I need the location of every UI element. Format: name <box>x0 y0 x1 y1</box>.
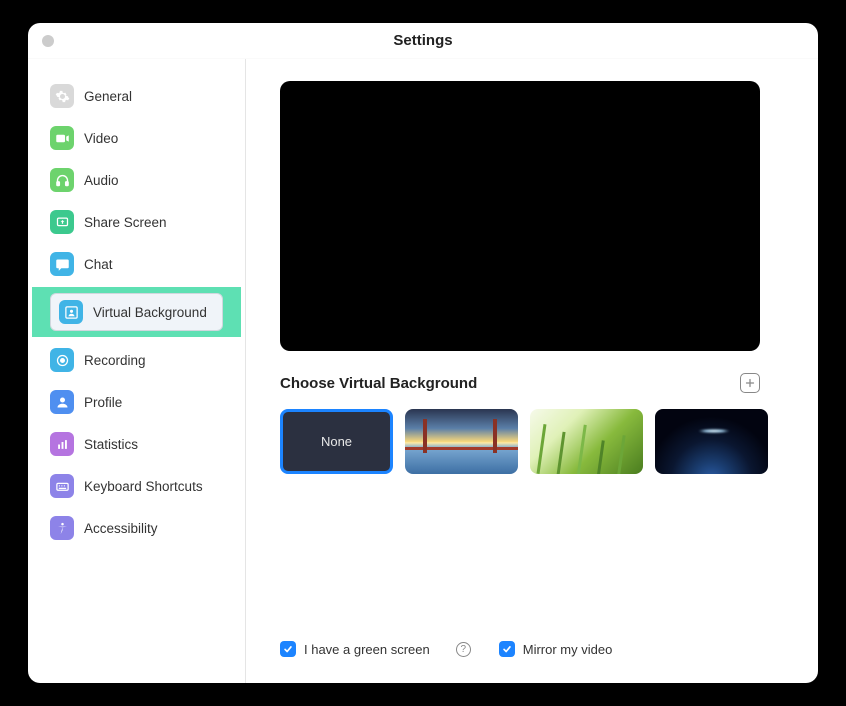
sidebar-item-label: Chat <box>84 257 113 272</box>
sidebar-item-virtual-background[interactable]: Virtual Background <box>32 287 241 337</box>
stats-icon <box>50 432 74 456</box>
sidebar-item-label: General <box>84 89 132 104</box>
sidebar-item-accessibility[interactable]: Accessibility <box>40 509 233 547</box>
sidebar: General Video Audio Share Screen <box>28 59 246 683</box>
sidebar-item-recording[interactable]: Recording <box>40 341 233 379</box>
sidebar-item-general[interactable]: General <box>40 77 233 115</box>
sidebar-item-label: Statistics <box>84 437 138 452</box>
content-panel: Choose Virtual Background None I <box>246 59 818 683</box>
sidebar-item-label: Recording <box>84 353 146 368</box>
person-frame-icon <box>59 300 83 324</box>
sidebar-item-label: Audio <box>84 173 119 188</box>
sidebar-item-statistics[interactable]: Statistics <box>40 425 233 463</box>
bg-thumb-none[interactable]: None <box>280 409 393 474</box>
bg-thumb-earth[interactable] <box>655 409 768 474</box>
gear-icon <box>50 84 74 108</box>
sidebar-item-label: Virtual Background <box>93 305 207 320</box>
sidebar-item-keyboard-shortcuts[interactable]: Keyboard Shortcuts <box>40 467 233 505</box>
mirror-video-checkbox[interactable]: Mirror my video <box>499 641 613 657</box>
help-icon[interactable]: ? <box>456 642 471 657</box>
add-background-button[interactable] <box>740 373 760 393</box>
section-title: Choose Virtual Background <box>280 375 477 392</box>
sidebar-item-video[interactable]: Video <box>40 119 233 157</box>
chat-icon <box>50 252 74 276</box>
thumb-label: None <box>321 434 352 449</box>
close-window-dot[interactable] <box>42 35 54 47</box>
keyboard-icon <box>50 474 74 498</box>
mirror-label: Mirror my video <box>523 642 613 657</box>
sidebar-item-label: Share Screen <box>84 215 167 230</box>
headphones-icon <box>50 168 74 192</box>
video-icon <box>50 126 74 150</box>
record-icon <box>50 348 74 372</box>
profile-icon <box>50 390 74 414</box>
sidebar-item-label: Video <box>84 131 118 146</box>
sidebar-item-audio[interactable]: Audio <box>40 161 233 199</box>
settings-window: Settings General Video Audio <box>28 23 818 683</box>
titlebar: Settings <box>28 23 818 59</box>
upload-icon <box>50 210 74 234</box>
checkbox-checked-icon <box>499 641 515 657</box>
sidebar-item-chat[interactable]: Chat <box>40 245 233 283</box>
sidebar-item-label: Profile <box>84 395 122 410</box>
background-thumbnails: None <box>280 409 788 474</box>
window-title: Settings <box>393 32 452 49</box>
sidebar-item-share-screen[interactable]: Share Screen <box>40 203 233 241</box>
sidebar-item-label: Accessibility <box>84 521 158 536</box>
green-screen-checkbox[interactable]: I have a green screen <box>280 641 430 657</box>
options-footer: I have a green screen ? Mirror my video <box>280 641 788 663</box>
checkbox-checked-icon <box>280 641 296 657</box>
accessibility-icon <box>50 516 74 540</box>
video-preview <box>280 81 760 351</box>
bg-thumb-bridge[interactable] <box>405 409 518 474</box>
sidebar-item-label: Keyboard Shortcuts <box>84 479 203 494</box>
sidebar-item-profile[interactable]: Profile <box>40 383 233 421</box>
bg-thumb-grass[interactable] <box>530 409 643 474</box>
green-screen-label: I have a green screen <box>304 642 430 657</box>
